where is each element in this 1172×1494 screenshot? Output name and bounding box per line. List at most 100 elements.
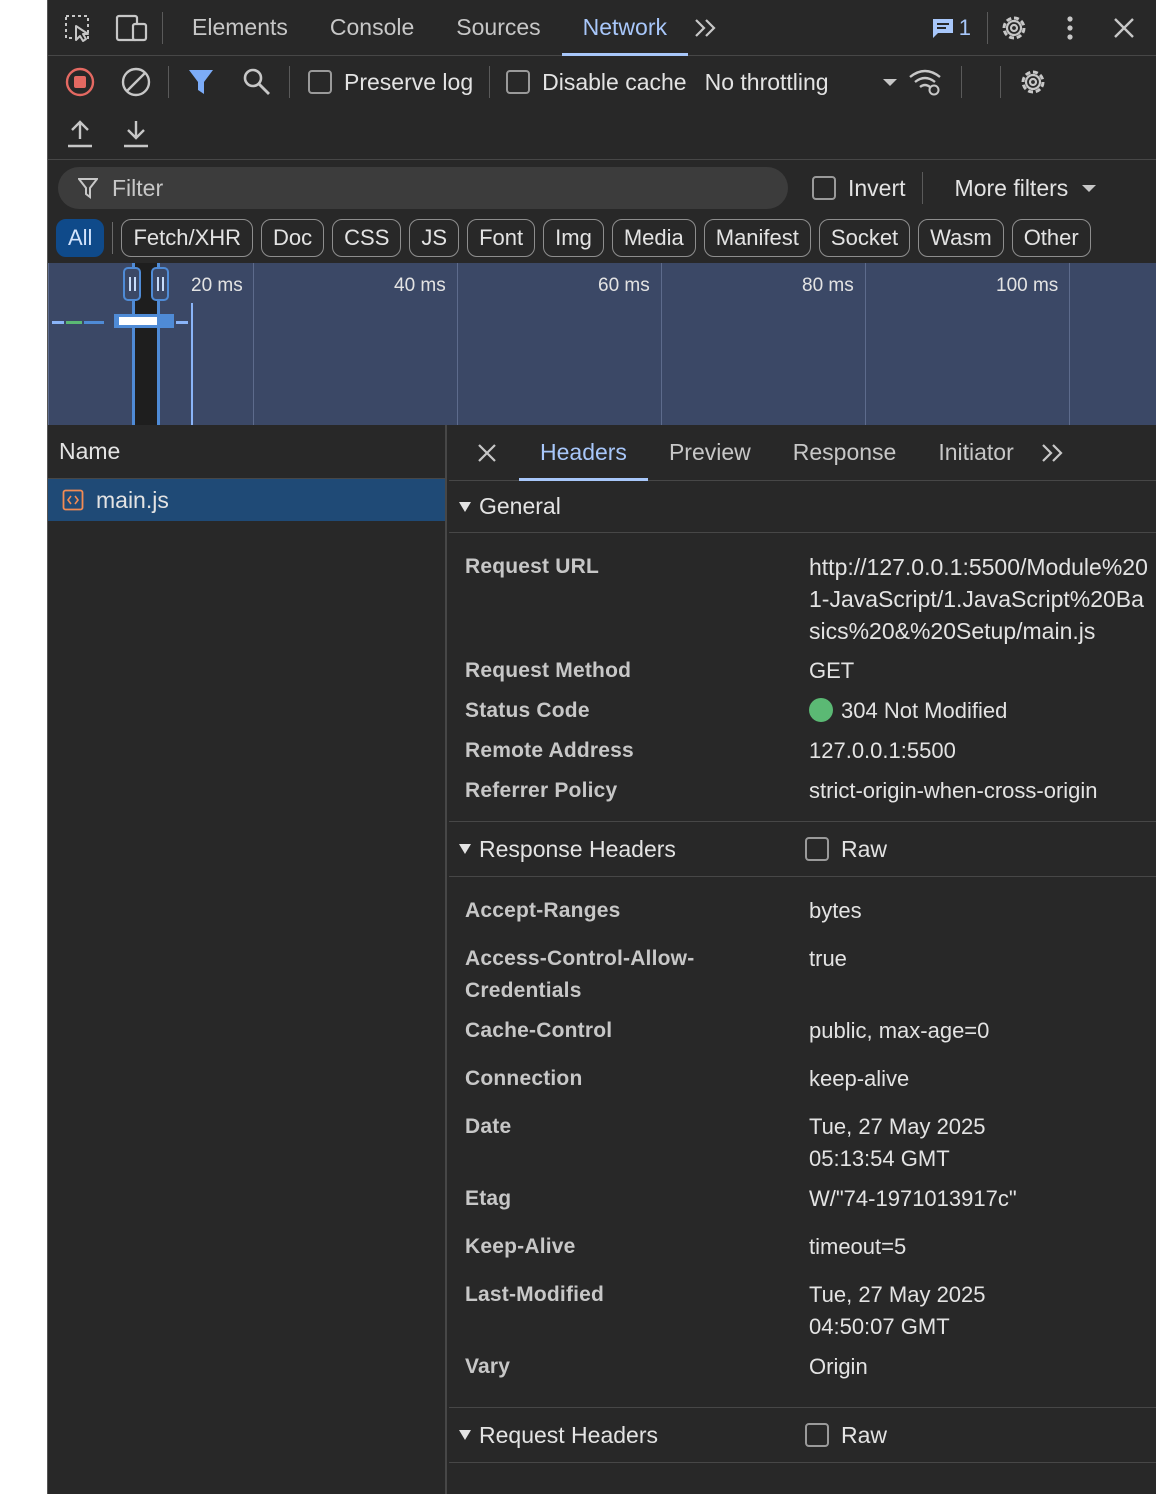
tab-response[interactable]: Response <box>772 425 918 481</box>
timeline-request-bar <box>52 321 64 324</box>
header-row: Access-Control-Allow-Credentials true <box>449 943 1156 1007</box>
header-row: Cache-Control public, max-age=0 <box>449 1015 1156 1047</box>
throttling-select[interactable]: No throttling <box>695 69 907 96</box>
tab-network[interactable]: Network <box>561 0 689 56</box>
search-icon[interactable] <box>239 64 275 100</box>
inspect-element-icon[interactable] <box>60 10 96 46</box>
header-row: Keep-Alive timeout=5 <box>449 1231 1156 1263</box>
type-filter-fetch-xhr[interactable]: Fetch/XHR <box>121 219 254 257</box>
filter-funnel-icon[interactable] <box>183 64 219 100</box>
close-details-icon[interactable] <box>469 435 505 471</box>
header-key: Referrer Policy <box>465 779 618 802</box>
invert-box[interactable] <box>812 176 836 200</box>
invert-checkbox[interactable]: Invert <box>804 175 914 202</box>
more-filters-dropdown[interactable]: More filters <box>931 175 1097 202</box>
status-ok-dot-icon <box>809 698 833 722</box>
more-options-kebab-icon[interactable] <box>1052 10 1088 46</box>
type-filter-css[interactable]: CSS <box>332 219 402 257</box>
header-key: Vary <box>465 1355 511 1378</box>
header-row: Status Code 304 Not Modified <box>449 695 1156 727</box>
type-filter-media[interactable]: Media <box>611 219 696 257</box>
tab-console[interactable]: Console <box>309 0 435 56</box>
header-value: bytes <box>809 898 862 923</box>
type-filter-doc[interactable]: Doc <box>261 219 325 257</box>
filter-funnel-outline-icon <box>78 178 98 199</box>
more-tabs-chevron-icon[interactable] <box>1035 435 1071 471</box>
type-filter-img[interactable]: Img <box>543 219 604 257</box>
issues-message-icon <box>932 18 953 38</box>
more-tabs-chevron-icon[interactable] <box>688 10 724 46</box>
header-row: Referrer Policy strict-origin-when-cross… <box>449 775 1156 807</box>
raw-box[interactable] <box>805 1423 829 1447</box>
timeline-tick-label: 80 ms <box>802 275 854 296</box>
request-row[interactable]: main.js <box>48 479 445 521</box>
type-filter-other[interactable]: Other <box>1011 219 1091 257</box>
header-key: Accept-Ranges <box>465 899 621 922</box>
tab-initiator[interactable]: Initiator <box>917 425 1034 481</box>
request-headers-title: Request Headers <box>479 1421 658 1448</box>
header-key: Access-Control-Allow-Credentials <box>465 947 695 1002</box>
filter-input[interactable]: Filter <box>58 167 788 209</box>
stop-recording-icon[interactable] <box>62 64 98 100</box>
disable-cache-checkbox[interactable]: Disable cache <box>498 69 694 96</box>
network-conditions-wifi-icon[interactable] <box>907 64 943 100</box>
network-settings-gear-icon[interactable] <box>1015 64 1051 100</box>
name-column-header[interactable]: Name <box>48 425 445 479</box>
header-row: Remote Address 127.0.0.1:5500 <box>449 735 1156 767</box>
preserve-log-box[interactable] <box>308 70 332 94</box>
issues-count: 1 <box>958 14 971 40</box>
request-headers-section-header[interactable]: Request Headers Raw <box>449 1407 1156 1463</box>
import-har-upload-icon[interactable] <box>62 116 98 152</box>
preserve-log-checkbox[interactable]: Preserve log <box>300 69 481 96</box>
settings-gear-icon[interactable] <box>996 10 1032 46</box>
issues-counter[interactable]: 1 <box>931 15 971 41</box>
export-har-download-icon[interactable] <box>118 116 154 152</box>
response-headers-section-header[interactable]: Response Headers Raw <box>449 821 1156 877</box>
raw-checkbox[interactable]: Raw <box>805 1422 895 1449</box>
separator <box>999 66 1001 98</box>
type-filter-wasm[interactable]: Wasm <box>918 219 1004 257</box>
chevron-down-icon <box>882 78 897 86</box>
device-toolbar-icon[interactable] <box>114 10 150 46</box>
tab-headers[interactable]: Headers <box>519 425 648 481</box>
type-filter-manifest[interactable]: Manifest <box>703 219 811 257</box>
raw-label: Raw <box>841 835 888 862</box>
throttling-value: No throttling <box>704 68 829 95</box>
type-filter-font[interactable]: Font <box>467 219 536 257</box>
timeline-overview[interactable]: 20 ms 40 ms 60 ms 80 ms 100 ms <box>48 263 1156 425</box>
general-section-header[interactable]: General <box>449 481 1156 533</box>
type-filter-all[interactable]: All <box>56 219 105 257</box>
separator <box>921 172 923 204</box>
timeline-tick-label: 40 ms <box>394 275 446 296</box>
raw-label: Raw <box>841 1421 888 1448</box>
header-value: timeout=5 <box>809 1234 907 1259</box>
expand-triangle-icon <box>459 1430 471 1440</box>
timeline-end-handle[interactable] <box>151 267 169 301</box>
header-key: Request Method <box>465 659 632 682</box>
timeline-request-bar <box>119 317 157 325</box>
raw-box[interactable] <box>805 837 829 861</box>
type-filter-socket[interactable]: Socket <box>818 219 911 257</box>
timeline-marker-line <box>191 303 193 425</box>
status-code-text: 304 Not Modified <box>841 698 1008 723</box>
disable-cache-box[interactable] <box>506 70 531 94</box>
response-headers-section: Accept-Ranges bytes Access-Control-Allow… <box>449 877 1156 1407</box>
status-value: 304 Not Modified <box>809 695 1148 727</box>
clear-log-icon[interactable] <box>118 64 154 100</box>
header-value: Tue, 27 May 2025 04:50:07 GMT <box>809 1282 986 1339</box>
request-name: main.js <box>96 486 169 513</box>
tab-elements[interactable]: Elements <box>171 0 309 56</box>
timeline-start-handle[interactable] <box>123 267 141 301</box>
type-filter-js[interactable]: JS <box>409 219 460 257</box>
general-section: Request URL http://127.0.0.1:5500/Module… <box>449 533 1156 821</box>
preserve-log-label: Preserve log <box>344 68 474 95</box>
disable-cache-label: Disable cache <box>542 68 687 95</box>
filter-placeholder: Filter <box>112 174 164 201</box>
timeline-tick-label: 20 ms <box>191 275 243 296</box>
raw-checkbox[interactable]: Raw <box>805 836 895 863</box>
separator <box>289 66 290 98</box>
tab-preview[interactable]: Preview <box>648 425 772 481</box>
tab-sources[interactable]: Sources <box>435 0 561 56</box>
close-devtools-icon[interactable] <box>1106 10 1142 46</box>
header-value: keep-alive <box>809 1066 910 1091</box>
